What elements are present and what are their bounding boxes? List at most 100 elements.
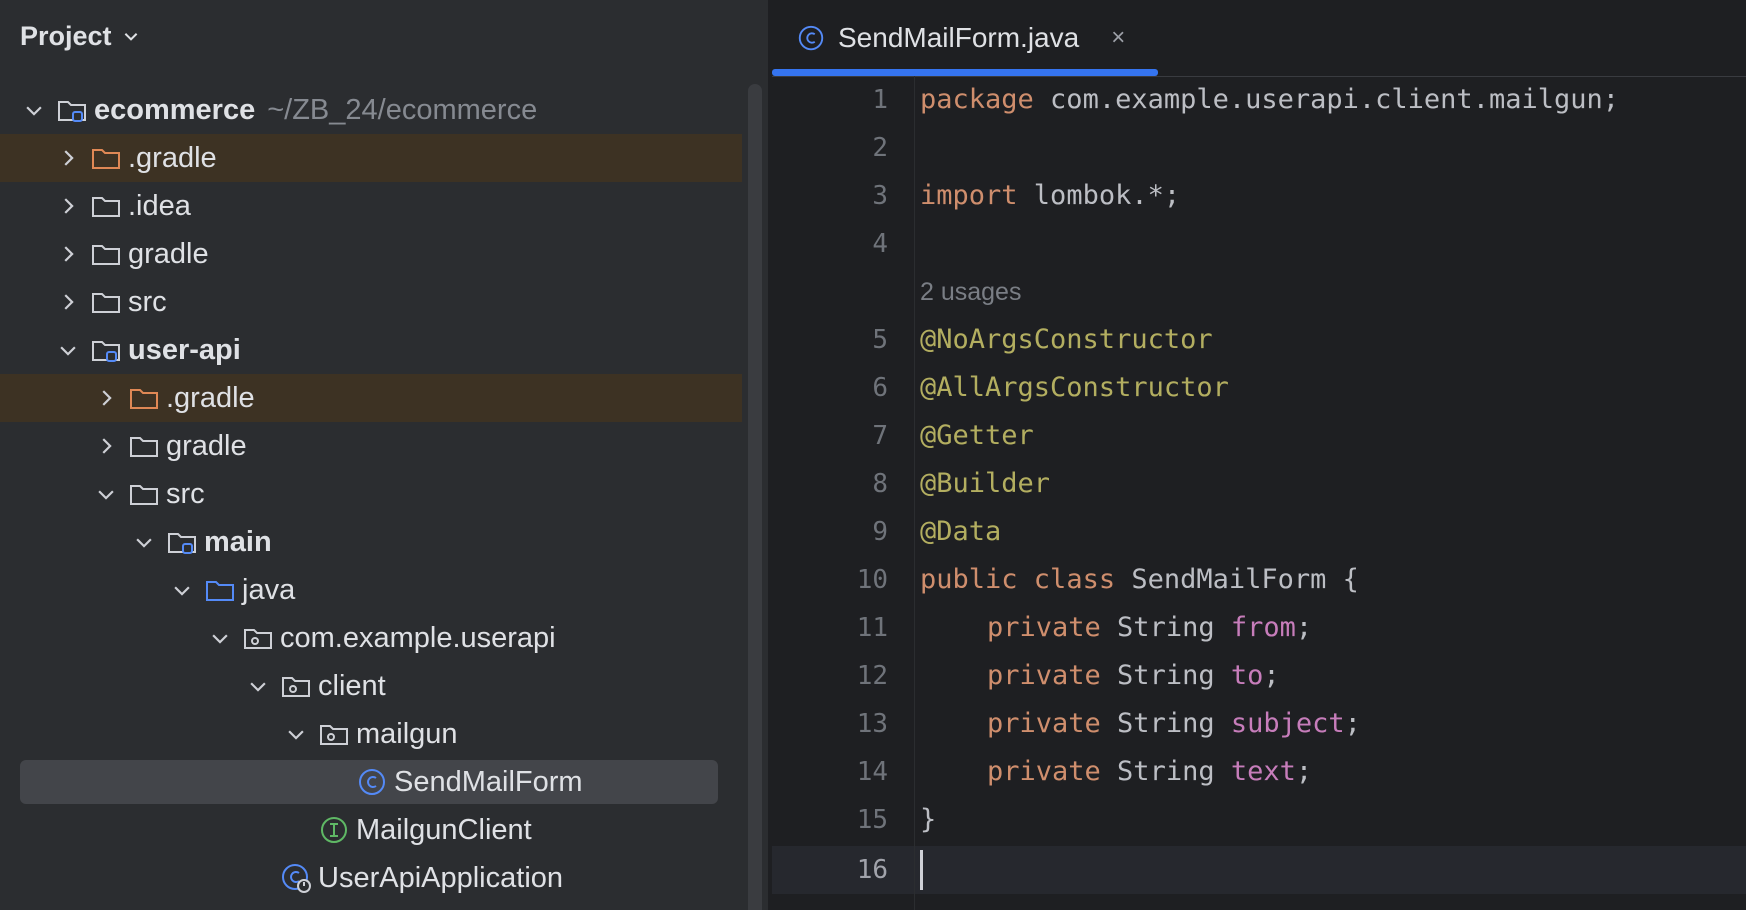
line-number: 1: [872, 85, 888, 115]
tree-item-sendmailform[interactable]: SendMailForm: [0, 758, 742, 806]
path-hint: ~/ZB_24/ecommerce: [267, 93, 538, 126]
line-number: 14: [856, 757, 888, 787]
tree-item-label: com.example.userapi: [280, 621, 556, 654]
tree-item-package-client[interactable]: client: [0, 662, 742, 710]
chevron-right-icon[interactable]: [56, 146, 80, 170]
code-line-15: }: [920, 804, 937, 835]
spring-boot-class-icon: [280, 862, 312, 894]
tree-item-label: SendMailForm: [394, 765, 583, 798]
excluded-folder-icon: [128, 382, 160, 414]
tree-item-label: gradle: [128, 237, 209, 270]
tree-item-package-userapi[interactable]: com.example.userapi: [0, 614, 742, 662]
tree-item-label: ecommerce: [94, 93, 256, 126]
tree-item-gradle[interactable]: gradle: [0, 230, 742, 278]
tree-item-label: .gradle: [166, 381, 255, 414]
project-tree: ecommerce ~/ZB_24/ecommerce .gradle .ide…: [0, 86, 742, 902]
tab-sendmailform-java[interactable]: SendMailForm.java ×: [772, 0, 1158, 76]
line-number: 13: [856, 709, 888, 739]
tree-item-java[interactable]: java: [0, 566, 742, 614]
code-line-14: private String text;: [987, 756, 1313, 787]
excluded-folder-icon: [90, 142, 122, 174]
line-number: 10: [856, 565, 888, 595]
tree-item-label: src: [128, 285, 167, 318]
line-number: 2: [872, 133, 888, 163]
class-icon: [356, 766, 388, 798]
line-number: 4: [872, 229, 888, 259]
tree-item-main[interactable]: main: [0, 518, 742, 566]
folder-icon: [128, 478, 160, 510]
line-number-current: 16: [856, 855, 888, 885]
tab-title: SendMailForm.java: [838, 22, 1080, 53]
tree-item-user-api[interactable]: user-api: [0, 326, 742, 374]
project-panel: Project ecommerce ~/ZB_24/ecommerce .gra…: [0, 0, 768, 910]
chevron-down-icon[interactable]: [170, 578, 194, 602]
chevron-right-icon[interactable]: [94, 434, 118, 458]
line-number: 15: [856, 805, 888, 835]
chevron-right-icon[interactable]: [94, 386, 118, 410]
module-folder-icon: [166, 526, 198, 558]
tree-item-dot-gradle[interactable]: .gradle: [0, 374, 742, 422]
code-line-10: public class SendMailForm {: [920, 564, 1359, 595]
tree-item-label: .idea: [128, 189, 191, 222]
tree-item-src[interactable]: src: [0, 470, 742, 518]
code-line-9: @Data: [920, 516, 1002, 547]
tree-item-label: java: [242, 573, 296, 606]
line-number: 6: [872, 373, 888, 403]
module-folder-icon: [56, 94, 88, 126]
chevron-right-icon[interactable]: [56, 290, 80, 314]
code-line-6: @AllArgsConstructor: [920, 372, 1229, 403]
tree-item-label: gradle: [166, 429, 247, 462]
tree-item-label: main: [204, 525, 272, 558]
current-line-highlight: [772, 846, 1746, 894]
tree-item-label: UserApiApplication: [318, 861, 564, 894]
tree-item-userapiapplication[interactable]: UserApiApplication: [0, 854, 742, 902]
tree-item-dot-idea[interactable]: .idea: [0, 182, 742, 230]
tree-item-label: user-api: [128, 333, 241, 366]
tree-item-package-mailgun[interactable]: mailgun: [0, 710, 742, 758]
line-number: 12: [856, 661, 888, 691]
source-root-folder-icon: [204, 574, 236, 606]
tree-item-label: .gradle: [128, 141, 217, 174]
project-title: Project: [20, 20, 112, 51]
tree-item-dot-gradle[interactable]: .gradle: [0, 134, 742, 182]
code-line-1: package com.example.userapi.client.mailg…: [920, 84, 1619, 115]
folder-icon: [90, 286, 122, 318]
tree-item-label: src: [166, 477, 205, 510]
text-caret: [920, 850, 923, 890]
package-icon: [242, 622, 274, 654]
active-tab-indicator: [772, 69, 1158, 76]
chevron-right-icon[interactable]: [56, 194, 80, 218]
chevron-down-icon[interactable]: [132, 530, 156, 554]
line-number-gutter: 1 2 3 4 5 6 7 8 9 10 11 12 13 14 15 16: [772, 76, 918, 910]
chevron-down-icon[interactable]: [208, 626, 232, 650]
module-folder-icon: [90, 334, 122, 366]
gutter-separator: [914, 76, 915, 910]
line-number: 7: [872, 421, 888, 451]
class-icon: [796, 23, 826, 53]
code-line-12: private String to;: [987, 660, 1280, 691]
code-line-7: @Getter: [920, 420, 1034, 451]
chevron-down-icon[interactable]: [94, 482, 118, 506]
chevron-right-icon[interactable]: [56, 242, 80, 266]
usages-hint[interactable]: 2 usages: [920, 268, 1021, 316]
vertical-scrollbar[interactable]: [748, 84, 762, 910]
tree-item-ecommerce[interactable]: ecommerce ~/ZB_24/ecommerce: [0, 86, 742, 134]
chevron-down-icon[interactable]: [56, 338, 80, 362]
code-line-13: private String subject;: [987, 708, 1361, 739]
editor-area: SendMailForm.java × 1 2 3 4 5 6 7 8 9 10…: [772, 0, 1746, 910]
code-line-3: import lombok.*;: [920, 180, 1181, 211]
code-line-5: @NoArgsConstructor: [920, 324, 1213, 355]
project-view-selector[interactable]: Project: [20, 14, 140, 58]
close-icon[interactable]: ×: [1111, 24, 1125, 52]
editor-tab-bar: SendMailForm.java ×: [772, 0, 1746, 77]
tree-item-label: mailgun: [356, 717, 458, 750]
tree-item-src[interactable]: src: [0, 278, 742, 326]
chevron-down-icon[interactable]: [246, 674, 270, 698]
tree-item-mailgunclient[interactable]: MailgunClient: [0, 806, 742, 854]
folder-icon: [128, 430, 160, 462]
tree-item-label: MailgunClient: [356, 813, 532, 846]
tree-item-gradle[interactable]: gradle: [0, 422, 742, 470]
line-number: 8: [872, 469, 888, 499]
chevron-down-icon[interactable]: [284, 722, 308, 746]
chevron-down-icon[interactable]: [22, 98, 46, 122]
